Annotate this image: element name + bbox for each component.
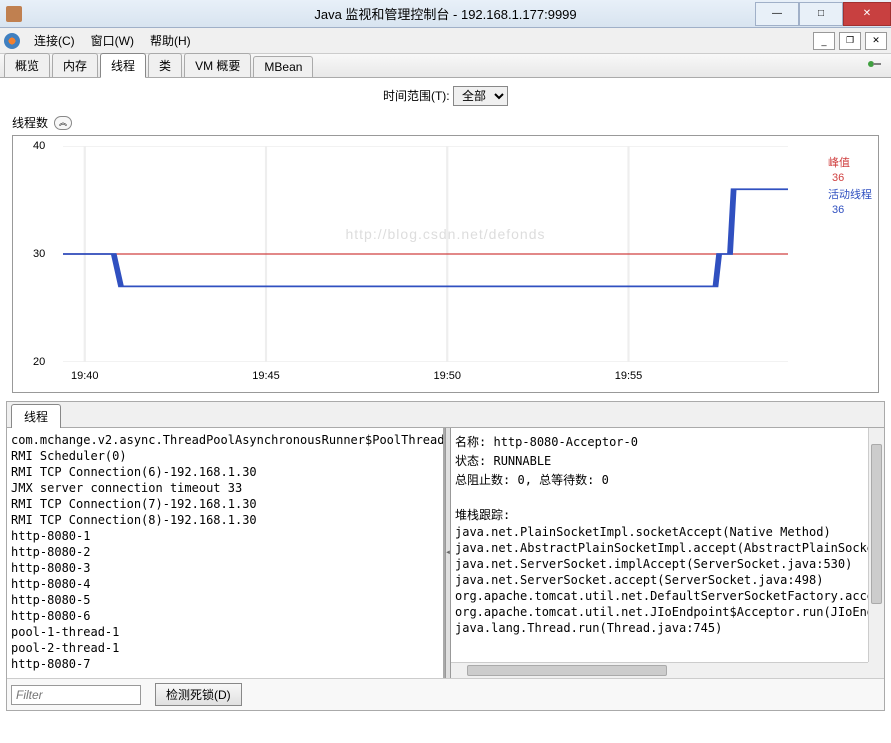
detail-scrollbar-vertical[interactable] (868, 428, 884, 662)
stack-frame: org.apache.tomcat.util.net.JIoEndpoint$A… (455, 604, 880, 620)
stack-frame: org.apache.tomcat.util.net.DefaultServer… (455, 588, 880, 604)
thread-item[interactable]: http-8080-2 (11, 544, 439, 560)
java-cup-icon (4, 33, 20, 49)
x-tick-0: 19:40 (71, 370, 99, 382)
thread-item[interactable]: RMI Scheduler(0) (11, 448, 439, 464)
legend-live-value: 36 (832, 204, 844, 216)
chart-box: 40 30 20 19:40 19:45 19:50 19:55 峰值 36 活… (12, 135, 879, 393)
thread-item[interactable]: http-8080-5 (11, 592, 439, 608)
menubar: 连接(C) 窗口(W) 帮助(H) _ ❐ ✕ (0, 28, 891, 54)
legend-peak-value: 36 (832, 172, 844, 184)
internal-minimize-button[interactable]: _ (813, 32, 835, 50)
thread-item[interactable]: http-8080-3 (11, 560, 439, 576)
thread-item[interactable]: http-8080-7 (11, 656, 439, 672)
thread-item[interactable]: RMI TCP Connection(6)-192.168.1.30 (11, 464, 439, 480)
stack-frame: java.net.AbstractPlainSocketImpl.accept(… (455, 540, 880, 556)
thread-toolbar: 检测死锁(D) (7, 678, 884, 710)
detail-name-value: http-8080-Acceptor-0 (493, 435, 638, 449)
thread-item[interactable]: http-8080-6 (11, 608, 439, 624)
connection-status-icon (867, 58, 883, 70)
tab-classes[interactable]: 类 (148, 53, 182, 77)
detail-waited-label: 总等待数: (539, 471, 594, 488)
y-tick-30: 30 (33, 248, 45, 260)
thread-list-tab[interactable]: 线程 (11, 404, 61, 428)
time-range-label: 时间范围(T): (383, 89, 450, 103)
legend-live-label: 活动线程 (828, 186, 872, 202)
window-title: Java 监视和管理控制台 - 192.168.1.177:9999 (314, 4, 576, 23)
detail-state-label: 状态: (455, 452, 486, 469)
stack-frame: java.net.ServerSocket.implAccept(ServerS… (455, 556, 880, 572)
maximize-button[interactable]: □ (799, 2, 843, 26)
detail-stack-label: 堆栈跟踪: (455, 505, 880, 524)
time-range-row: 时间范围(T): 全部 (0, 78, 891, 114)
chart-header: 线程数 ︽ (12, 114, 879, 131)
filter-input[interactable] (11, 685, 141, 705)
detail-blocked-label: 总阻止数: (455, 471, 510, 488)
chart-collapse-button[interactable]: ︽ (54, 116, 72, 130)
y-tick-20: 20 (33, 356, 45, 368)
thread-tab-row: 线程 (7, 402, 884, 428)
chart-section: 线程数 ︽ 40 30 (0, 114, 891, 393)
minimize-button[interactable]: — (755, 2, 799, 26)
scrollbar-corner (868, 662, 884, 678)
thread-detail-pane: 名称: http-8080-Acceptor-0 状态: RUNNABLE 总阻… (451, 428, 884, 678)
window-controls: — □ ✕ (755, 2, 891, 26)
thread-item[interactable]: JMX server connection timeout 33 (11, 480, 439, 496)
tab-overview[interactable]: 概览 (4, 53, 50, 77)
stack-frame: java.net.PlainSocketImpl.socketAccept(Na… (455, 524, 880, 540)
tab-memory[interactable]: 内存 (52, 53, 98, 77)
y-tick-40: 40 (33, 140, 45, 152)
tab-mbean[interactable]: MBean (253, 56, 313, 77)
window-titlebar: Java 监视和管理控制台 - 192.168.1.177:9999 — □ ✕ (0, 0, 891, 28)
thread-item[interactable]: pool-2-thread-1 (11, 640, 439, 656)
chart-svg (63, 146, 788, 362)
thread-item[interactable]: http-8080-4 (11, 576, 439, 592)
legend-peak-label: 峰值 (828, 154, 860, 170)
thread-item[interactable]: RMI TCP Connection(7)-192.168.1.30 (11, 496, 439, 512)
chart-legend: 峰值 36 活动线程 36 (828, 154, 872, 218)
chart-title: 线程数 (12, 114, 48, 131)
thread-item[interactable]: RMI TCP Connection(8)-192.168.1.30 (11, 512, 439, 528)
menu-connect[interactable]: 连接(C) (26, 30, 83, 51)
internal-close-button[interactable]: ✕ (865, 32, 887, 50)
internal-restore-button[interactable]: ❐ (839, 32, 861, 50)
thread-detail-section: 线程 com.mchange.v2.async.ThreadPoolAsynch… (6, 401, 885, 711)
thread-item[interactable]: com.mchange.v2.async.ThreadPoolAsynchron… (11, 432, 439, 448)
content-area: 时间范围(T): 全部 线程数 ︽ (0, 78, 891, 743)
main-tabbar: 概览 内存 线程 类 VM 概要 MBean (0, 54, 891, 78)
stack-frame: java.net.ServerSocket.accept(ServerSocke… (455, 572, 880, 588)
tab-threads[interactable]: 线程 (100, 53, 146, 78)
x-tick-1: 19:45 (252, 370, 280, 382)
thread-item[interactable]: http-8080-1 (11, 528, 439, 544)
stack-frame: java.lang.Thread.run(Thread.java:745) (455, 620, 880, 636)
split-panes: com.mchange.v2.async.ThreadPoolAsynchron… (7, 428, 884, 678)
menu-window[interactable]: 窗口(W) (83, 30, 142, 51)
menu-help[interactable]: 帮助(H) (142, 30, 199, 51)
detail-blocked-value: 0, (517, 473, 531, 487)
java-icon (6, 6, 22, 22)
detail-waited-value: 0 (602, 473, 609, 487)
time-range-select[interactable]: 全部 (453, 86, 508, 106)
x-tick-2: 19:50 (433, 370, 461, 382)
chart-plot-area: 40 30 20 19:40 19:45 19:50 19:55 (63, 146, 788, 362)
thread-item[interactable]: pool-1-thread-1 (11, 624, 439, 640)
close-button[interactable]: ✕ (843, 2, 891, 26)
detail-scrollbar-horizontal[interactable] (451, 662, 868, 678)
tab-vm-summary[interactable]: VM 概要 (184, 53, 251, 77)
detail-state-value: RUNNABLE (493, 454, 551, 468)
x-tick-3: 19:55 (615, 370, 643, 382)
thread-list-pane[interactable]: com.mchange.v2.async.ThreadPoolAsynchron… (7, 428, 445, 678)
detect-deadlock-button[interactable]: 检测死锁(D) (155, 683, 242, 706)
detail-name-label: 名称: (455, 433, 486, 450)
